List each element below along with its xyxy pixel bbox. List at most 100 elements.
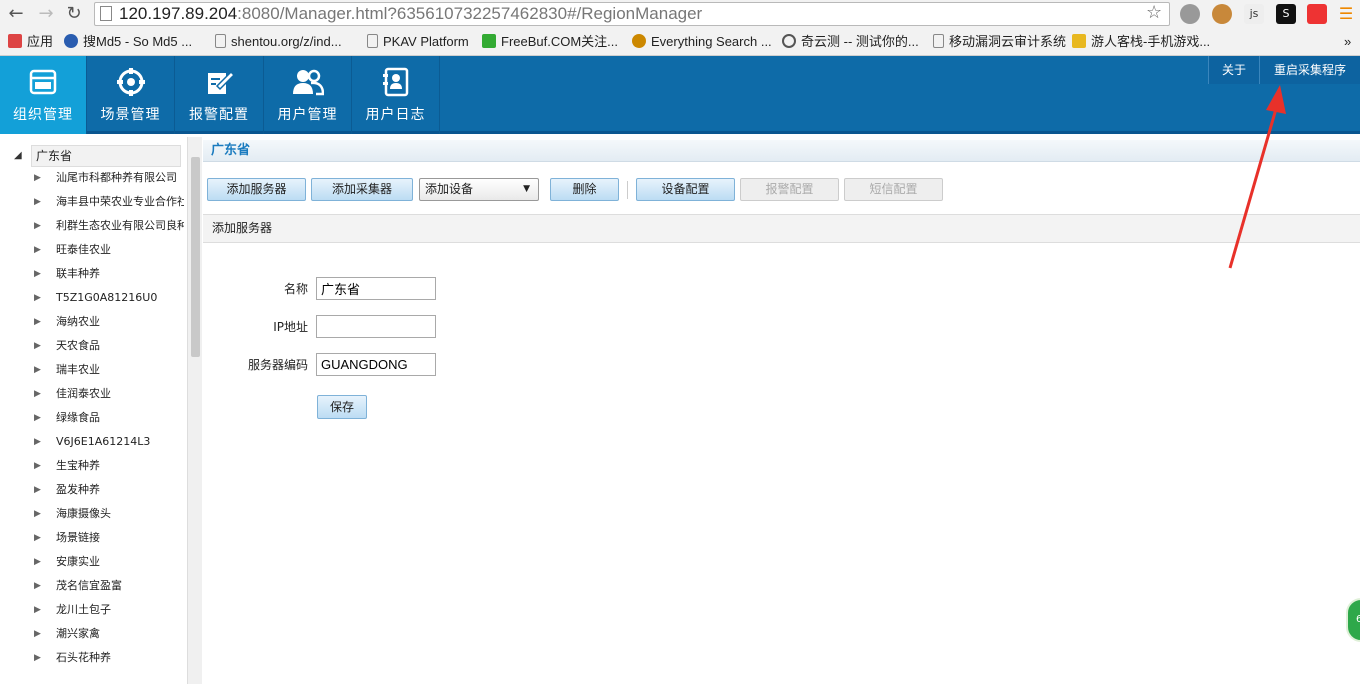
collapsed-arrow-icon[interactable]: ▶ — [34, 166, 41, 190]
tree-item[interactable]: ▶ 盈发种养 — [34, 478, 184, 502]
collapsed-arrow-icon[interactable]: ▶ — [34, 190, 41, 214]
ip-field[interactable] — [316, 315, 436, 338]
collapsed-arrow-icon[interactable]: ▶ — [34, 406, 41, 430]
tree-item-label[interactable]: 石头花种养 — [56, 646, 111, 670]
tree-item-label[interactable]: 绿缘食品 — [56, 406, 100, 430]
add-device-select[interactable]: 添加设备 ▼ — [419, 178, 539, 201]
tree-item-label[interactable]: 海丰县中荣农业专业合作社 — [56, 190, 184, 214]
tree-item[interactable]: ▶ 潮兴家禽 — [34, 622, 184, 646]
tree-item-label[interactable]: 联丰种养 — [56, 262, 100, 286]
globe-extension-icon[interactable] — [1180, 4, 1200, 24]
tree-item-label[interactable]: 海纳农业 — [56, 310, 100, 334]
add-server-button[interactable]: 添加服务器 — [207, 178, 306, 201]
tree-item-label[interactable]: 瑞丰农业 — [56, 358, 100, 382]
tree-item[interactable]: ▶ 绿缘食品 — [34, 406, 184, 430]
sms-config-button[interactable]: 短信配置 — [844, 178, 943, 201]
collapsed-arrow-icon[interactable]: ▶ — [34, 574, 41, 598]
tree-item[interactable]: ▶ 石头花种养 — [34, 646, 184, 670]
tree-item[interactable]: ▶ 旺泰佳农业 — [34, 238, 184, 262]
tree-item-label[interactable]: 场景链接 — [56, 526, 100, 550]
collapsed-arrow-icon[interactable]: ▶ — [34, 382, 41, 406]
tree-item[interactable]: ▶ 安康实业 — [34, 550, 184, 574]
tree-item-label[interactable]: 茂名信宜盈富 — [56, 574, 122, 598]
tree-item[interactable]: ▶ 龙川土包子 — [34, 598, 184, 622]
tree-item-label[interactable]: 生宝种养 — [56, 454, 100, 478]
add-collector-button[interactable]: 添加采集器 — [311, 178, 413, 201]
menu-icon[interactable]: ☰ — [1336, 4, 1356, 24]
tree-item-label[interactable]: V6J6E1A61214L3 — [56, 430, 150, 454]
tree-item[interactable]: ▶ 场景链接 — [34, 526, 184, 550]
collapsed-arrow-icon[interactable]: ▶ — [34, 478, 41, 502]
tree-item-label[interactable]: 天农食品 — [56, 334, 100, 358]
tree-item[interactable]: ▶ 天农食品 — [34, 334, 184, 358]
delete-button[interactable]: 删除 — [550, 178, 619, 201]
collapsed-arrow-icon[interactable]: ▶ — [34, 430, 41, 454]
tree-item[interactable]: ▶ T5Z1G0A81216U0 — [34, 286, 184, 310]
bookmark-item[interactable]: Everything Search ... — [632, 33, 772, 51]
tree-item[interactable]: ▶ 生宝种养 — [34, 454, 184, 478]
collapsed-arrow-icon[interactable]: ▶ — [34, 238, 41, 262]
tree-item-label[interactable]: 海康摄像头 — [56, 502, 111, 526]
tree-item[interactable]: ▶ 海丰县中荣农业专业合作社 — [34, 190, 184, 214]
bookmark-item[interactable]: 游人客栈-手机游戏... — [1072, 33, 1210, 51]
forward-icon[interactable]: → — [34, 2, 58, 26]
collapsed-arrow-icon[interactable]: ▶ — [34, 622, 41, 646]
tree-item-label[interactable]: 佳润泰农业 — [56, 382, 111, 406]
nav-scene-management[interactable]: 场景管理 — [87, 56, 175, 134]
server-code-field[interactable] — [316, 353, 436, 376]
bookmark-item[interactable]: 移动漏洞云审计系统 — [933, 33, 1066, 51]
collapsed-arrow-icon[interactable]: ▶ — [34, 502, 41, 526]
name-field[interactable] — [316, 277, 436, 300]
nav-user-log[interactable]: 用户日志 — [352, 56, 440, 134]
js-extension-icon[interactable]: js — [1244, 4, 1264, 24]
tree-item[interactable]: ▶ 联丰种养 — [34, 262, 184, 286]
alarm-config-button[interactable]: 报警配置 — [740, 178, 839, 201]
tree-item-label[interactable]: 汕尾市科都种养有限公司 — [56, 166, 177, 190]
tree-item[interactable]: ▶ 海康摄像头 — [34, 502, 184, 526]
tree-item[interactable]: ▶ 瑞丰农业 — [34, 358, 184, 382]
bookmarks-overflow[interactable]: » — [1344, 33, 1351, 51]
cookie-extension-icon[interactable] — [1212, 4, 1232, 24]
bookmark-item[interactable]: FreeBuf.COM关注... — [482, 33, 618, 51]
tree-scrollbar[interactable] — [187, 137, 202, 684]
reload-icon[interactable]: ↻ — [62, 2, 86, 26]
nav-user-management[interactable]: 用户管理 — [264, 56, 352, 134]
collapsed-arrow-icon[interactable]: ▶ — [34, 526, 41, 550]
collapsed-arrow-icon[interactable]: ▶ — [34, 550, 41, 574]
bookmark-item[interactable]: 应用 — [8, 33, 53, 51]
collapsed-arrow-icon[interactable]: ▶ — [34, 646, 41, 670]
tree-item[interactable]: ▶ 佳润泰农业 — [34, 382, 184, 406]
back-icon[interactable]: ← — [4, 2, 28, 26]
save-button[interactable]: 保存 — [317, 395, 367, 419]
bookmark-item[interactable]: shentou.org/z/ind... — [215, 33, 342, 51]
tree-root-label[interactable]: 广东省 — [31, 145, 181, 167]
bookmark-item[interactable]: 搜Md5 - So Md5 ... — [64, 33, 192, 51]
tree-item-label[interactable]: 潮兴家禽 — [56, 622, 100, 646]
tree-item[interactable]: ▶ 汕尾市科都种养有限公司 — [34, 166, 184, 190]
nav-alarm-config[interactable]: 报警配置 — [175, 56, 264, 134]
collapsed-arrow-icon[interactable]: ▶ — [34, 310, 41, 334]
bookmark-star-icon[interactable]: ☆ — [1146, 2, 1162, 23]
collapsed-arrow-icon[interactable]: ▶ — [34, 286, 41, 310]
tree-item-label[interactable]: T5Z1G0A81216U0 — [56, 286, 157, 310]
tree-item[interactable]: ▶ 海纳农业 — [34, 310, 184, 334]
tree-item[interactable]: ▶ V6J6E1A61214L3 — [34, 430, 184, 454]
url-bar[interactable]: 120.197.89.204:8080/Manager.html?6356107… — [94, 2, 1170, 26]
collapsed-arrow-icon[interactable]: ▶ — [34, 262, 41, 286]
bookmark-item[interactable]: PKAV Platform — [367, 33, 469, 51]
tree-item-label[interactable]: 安康实业 — [56, 550, 100, 574]
device-config-button[interactable]: 设备配置 — [636, 178, 735, 201]
tree-item-label[interactable]: 旺泰佳农业 — [56, 238, 111, 262]
collapsed-arrow-icon[interactable]: ▶ — [34, 334, 41, 358]
tree-item[interactable]: ▶ 茂名信宜盈富 — [34, 574, 184, 598]
red-extension-icon[interactable] — [1307, 4, 1327, 24]
floating-badge[interactable]: 6 — [1346, 598, 1360, 642]
tree-item[interactable]: ▶ 利群生态农业有限公司良种 — [34, 214, 184, 238]
tree-item-label[interactable]: 利群生态农业有限公司良种 — [56, 214, 184, 238]
collapsed-arrow-icon[interactable]: ▶ — [34, 214, 41, 238]
collapsed-arrow-icon[interactable]: ▶ — [34, 358, 41, 382]
bookmark-item[interactable]: 奇云测 -- 测试你的... — [782, 33, 919, 51]
tree-item-label[interactable]: 盈发种养 — [56, 478, 100, 502]
s-extension-icon[interactable]: S — [1276, 4, 1296, 24]
collapsed-arrow-icon[interactable]: ▶ — [34, 598, 41, 622]
